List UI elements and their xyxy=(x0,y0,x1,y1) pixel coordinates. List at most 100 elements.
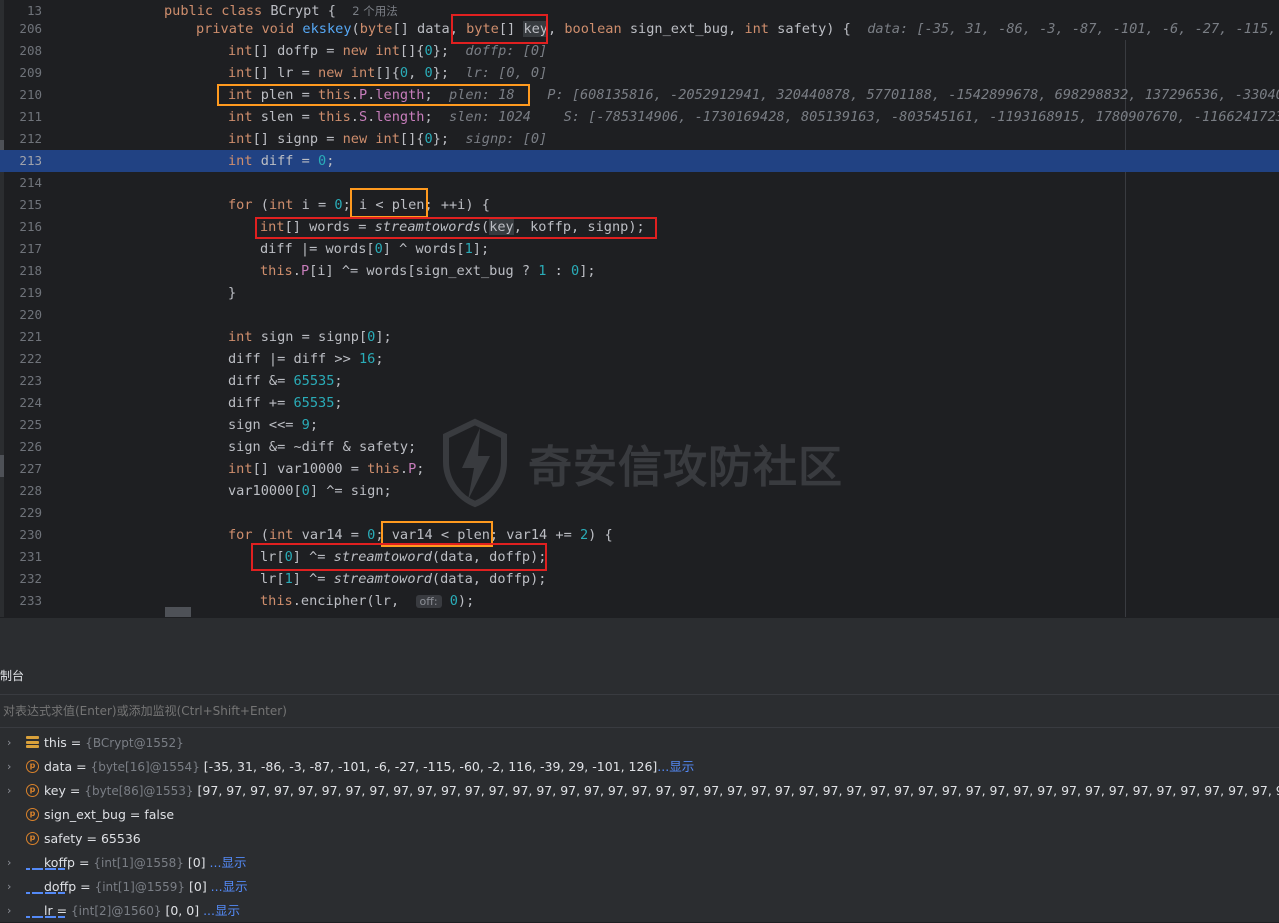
line-number: 221 xyxy=(19,329,42,344)
expand-chevron-icon[interactable]: › xyxy=(7,875,17,899)
code-line[interactable]: 209 int[] lr = new int[]{0, 0}; lr: [0, 0… xyxy=(0,62,1279,84)
line-number: 220 xyxy=(19,307,42,322)
code-line[interactable]: 216 int[] words = streamtowords(key, koff… xyxy=(0,216,1279,238)
parameter-hint: off: xyxy=(415,595,442,608)
code-line[interactable]: 208 int[] doffp = new int[]{0}; doffp: [0… xyxy=(0,40,1279,62)
show-more-link[interactable]: ...显示 xyxy=(206,855,247,870)
show-more-link[interactable]: ...显示 xyxy=(657,759,694,774)
code-line[interactable]: 212 int[] signp = new int[]{0}; signp: [0… xyxy=(0,128,1279,150)
debug-console-panel: 制台 ›this = {BCrypt@1552}›pdata = {byte[1… xyxy=(0,661,1279,922)
variable-row-koffp[interactable]: › koffp = {int[1]@1558} [0] ...显示 xyxy=(0,851,1279,875)
evaluate-expression-input[interactable] xyxy=(0,695,1279,727)
line-number: 229 xyxy=(19,505,42,520)
line-number: 210 xyxy=(19,87,42,102)
variable-equals: = xyxy=(66,735,86,750)
variable-value: 65536 xyxy=(100,831,141,846)
array-icon xyxy=(26,856,65,870)
line-number: 226 xyxy=(19,439,42,454)
debug-inline-value: doffp: [0] xyxy=(465,43,548,59)
code-line[interactable]: 211 int slen = this.S.length; slen: 1024 … xyxy=(0,106,1279,128)
line-number: 225 xyxy=(19,417,42,432)
line-number: 212 xyxy=(19,131,42,146)
code-line[interactable]: 230 for (int var14 = 0; var14 < plen; var… xyxy=(0,524,1279,546)
variable-text: koffp = {int[1]@1558} [0] ...显示 xyxy=(44,851,246,875)
code-editor[interactable]: 13 public class BCrypt { 2 个用法 206 private… xyxy=(0,0,1279,617)
expand-chevron-icon[interactable]: › xyxy=(7,779,17,803)
evaluate-expression-bar[interactable] xyxy=(0,694,1279,728)
variable-name: key xyxy=(44,783,66,798)
variable-name: koffp xyxy=(44,855,75,870)
line-number: 228 xyxy=(19,483,42,498)
variable-value: [0, 0] xyxy=(161,903,200,918)
variable-equals: = xyxy=(52,903,72,918)
panel-title[interactable]: 制台 xyxy=(0,667,24,684)
code-line[interactable]: 229 xyxy=(0,502,1279,524)
usage-hint[interactable]: 2 个用法 xyxy=(352,4,397,18)
expand-chevron-icon[interactable]: › xyxy=(7,755,17,779)
variable-name: safety xyxy=(44,831,83,846)
array-icon xyxy=(26,880,65,894)
code-line[interactable]: 206 private void ekskey(byte[] data, byte… xyxy=(0,18,1279,40)
panel-splitter[interactable] xyxy=(0,617,1279,662)
code-line[interactable]: 217 diff |= words[0] ^ words[1]; xyxy=(0,238,1279,260)
code-line[interactable]: 224 diff += 65535; xyxy=(0,392,1279,414)
debug-inline-value: lr: [0, 0] xyxy=(465,65,548,81)
code-line[interactable]: 215 for (int i = 0; i < plen; ++i) { xyxy=(0,194,1279,216)
code-line[interactable]: 218 this.P[i] ^= words[sign_ext_bug ? 1 :… xyxy=(0,260,1279,282)
show-more-link[interactable]: ...显示 xyxy=(207,879,248,894)
line-number: 227 xyxy=(19,461,42,476)
code-line[interactable]: 220 xyxy=(0,304,1279,326)
code-line[interactable]: 233 this.encipher(lr, off: 0); xyxy=(0,590,1279,612)
parameter-icon: p xyxy=(26,760,39,773)
variable-text: safety = 65536 xyxy=(44,827,141,851)
code-line[interactable]: 228 var10000[0] ^= sign; xyxy=(0,480,1279,502)
fold-marker[interactable] xyxy=(165,607,191,617)
variable-row-this[interactable]: › this = {BCrypt@1552} xyxy=(0,731,1279,755)
line-number: 233 xyxy=(19,593,42,608)
code-line[interactable]: 225 sign <<= 9; xyxy=(0,414,1279,436)
debug-inline-value: slen: 1024 xyxy=(449,109,531,125)
variable-row-data[interactable]: › p data = {byte[16]@1554} [-35, 31, -86, … xyxy=(0,755,1279,779)
variable-value: [97, 97, 97, 97, 97, 97, 97, 97, 97, 97,… xyxy=(197,783,1279,798)
variable-text: lr = {int[2]@1560} [0, 0] ...显示 xyxy=(44,899,240,923)
current-execution-line[interactable]: 213 int diff = 0; xyxy=(0,150,1279,172)
variable-text: key = {byte[86]@1553} [97, 97, 97, 97, 9… xyxy=(44,779,1279,803)
expand-chevron-icon[interactable]: › xyxy=(7,851,17,875)
line-number: 223 xyxy=(19,373,42,388)
debug-inline-value: plen: 18 xyxy=(449,87,515,103)
variable-text: sign_ext_bug = false xyxy=(44,803,174,827)
line-number: 230 xyxy=(19,527,42,542)
variable-row-doffp[interactable]: › doffp = {int[1]@1559} [0] ...显示 xyxy=(0,875,1279,899)
code-line[interactable]: 219} xyxy=(0,282,1279,304)
line-number: 217 xyxy=(19,241,42,256)
line-number: 218 xyxy=(19,263,42,278)
code-line[interactable]: 232 lr[1] ^= streamtoword(data, doffp); xyxy=(0,568,1279,590)
code-line[interactable]: 231 lr[0] ^= streamtoword(data, doffp); xyxy=(0,546,1279,568)
expand-chevron-icon[interactable]: › xyxy=(7,899,17,923)
code-line[interactable]: 221 int sign = signp[0]; xyxy=(0,326,1279,348)
variable-type: {byte[16]@1554} xyxy=(90,760,200,774)
line-number: 222 xyxy=(19,351,42,366)
code-line[interactable]: 210 int plen = this.P.length; plen: 18 P:… xyxy=(0,84,1279,106)
code-line[interactable]: 222 diff |= diff >> 16; xyxy=(0,348,1279,370)
parameter-icon: p xyxy=(26,832,39,845)
parameter-icon: p xyxy=(26,784,39,797)
variable-name: this xyxy=(44,735,67,750)
variable-row-key[interactable]: › p key = {byte[86]@1553} [97, 97, 97, 97,… xyxy=(0,779,1279,803)
code-line[interactable]: 223 diff &= 65535; xyxy=(0,370,1279,392)
expand-chevron-icon[interactable]: › xyxy=(7,731,17,755)
variable-row-safety[interactable]: p safety = 65536 xyxy=(0,827,1279,851)
variable-row-lr[interactable]: › lr = {int[2]@1560} [0, 0] ...显示 xyxy=(0,899,1279,923)
code-line[interactable]: 227 int[] var10000 = this.P; xyxy=(0,458,1279,480)
line-number: 232 xyxy=(19,571,42,586)
variable-row-sign-ext-bug[interactable]: p sign_ext_bug = false xyxy=(0,803,1279,827)
show-more-link[interactable]: ...显示 xyxy=(199,903,240,918)
line-number: 219 xyxy=(19,285,42,300)
variable-equals: = xyxy=(125,807,145,822)
debug-inline-value: P: [608135816, -2052912941, 320440878, 5… xyxy=(547,87,1279,103)
code-line[interactable]: 226 sign &= ~diff & safety; xyxy=(0,436,1279,458)
code-line[interactable]: 214 xyxy=(0,172,1279,194)
line-number: 224 xyxy=(19,395,42,410)
field-icon xyxy=(26,736,39,749)
variable-equals: = xyxy=(75,855,94,870)
